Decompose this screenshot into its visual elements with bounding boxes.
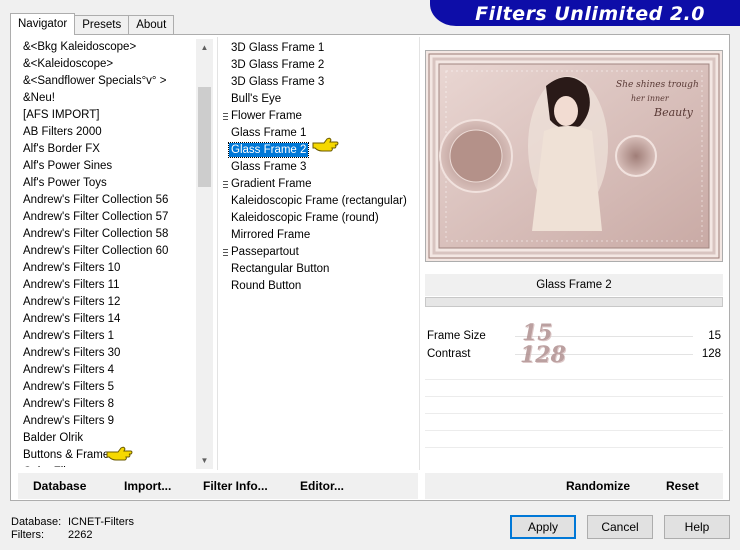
category-item[interactable]: Andrew's Filters 30 (18, 345, 196, 362)
param-value: 15 (708, 330, 721, 342)
pointer-hand-icon (106, 446, 133, 461)
filter-item-label: Glass Frame 1 (231, 127, 307, 139)
param-label: Frame Size (427, 330, 486, 342)
status-filters: Filters: 2262 (11, 529, 92, 541)
empty-param-rows (425, 363, 723, 463)
cancel-button[interactable]: Cancel (587, 515, 653, 539)
category-item[interactable]: Alf's Power Sines (18, 158, 196, 175)
filter-item[interactable]: Glass Frame 3 (222, 159, 412, 176)
category-item[interactable]: Andrew's Filter Collection 60 (18, 243, 196, 260)
filter-item[interactable]: Mirrored Frame (222, 227, 412, 244)
category-item[interactable]: AB Filters 2000 (18, 124, 196, 141)
category-item[interactable]: [AFS IMPORT] (18, 107, 196, 124)
filter-item-label: Kaleidoscopic Frame (round) (231, 212, 379, 224)
filter-item[interactable]: Bull's Eye (222, 91, 412, 108)
category-item[interactable]: &<Kaleidoscope> (18, 56, 196, 73)
filter-item-label: 3D Glass Frame 2 (231, 59, 325, 71)
category-item[interactable]: Andrew's Filters 5 (18, 379, 196, 396)
param-contrast[interactable]: Contrast 128 (425, 346, 723, 363)
filter-item-label: Mirrored Frame (231, 229, 311, 241)
filter-item[interactable]: Gradient Frame (222, 176, 412, 193)
category-item[interactable]: Andrew's Filter Collection 56 (18, 192, 196, 209)
status-database-value: ICNET-Filters (68, 516, 134, 528)
tab-bar: Navigator Presets About (10, 13, 175, 35)
selected-filter-name: Glass Frame 2 (425, 274, 723, 296)
category-item[interactable]: Andrew's Filters 1 (18, 328, 196, 345)
pointer-hand-icon (312, 137, 339, 152)
filter-item-label: 3D Glass Frame 1 (231, 42, 325, 54)
left-toolbar: Database Import... Filter Info... Editor… (18, 473, 418, 499)
preview-script-line-1: She shines trough (616, 80, 699, 90)
category-item[interactable]: Andrew's Filters 14 (18, 311, 196, 328)
category-item[interactable]: Andrew's Filters 8 (18, 396, 196, 413)
category-item[interactable]: &Neu! (18, 90, 196, 107)
preview-script-line-3: Beauty (653, 106, 694, 119)
filter-item[interactable]: 3D Glass Frame 2 (222, 57, 412, 74)
tab-about[interactable]: About (128, 15, 175, 35)
param-label: Contrast (427, 348, 471, 360)
preview-script-line-2: her inner (631, 94, 670, 103)
filter-progress-bar (425, 297, 723, 307)
filter-item[interactable]: Round Button (222, 278, 412, 295)
filter-item-label: Rectangular Button (231, 263, 330, 275)
param-frame-size[interactable]: Frame Size 15 (425, 328, 723, 345)
divider (217, 37, 218, 470)
category-item[interactable]: Andrew's Filters 10 (18, 260, 196, 277)
category-item[interactable]: Andrew's Filters 11 (18, 277, 196, 294)
category-scrollbar[interactable]: ▲ ▼ (196, 39, 213, 469)
filter-item[interactable]: 3D Glass Frame 3 (222, 74, 412, 91)
right-toolbar: Randomize Reset (425, 473, 723, 499)
filter-info-button[interactable]: Filter Info... (203, 473, 268, 499)
app-title: Filters Unlimited 2.0 (475, 3, 705, 25)
filter-item-label: Glass Frame 3 (231, 161, 307, 173)
tab-presets[interactable]: Presets (74, 15, 130, 35)
filter-item-label: Flower Frame (231, 110, 302, 122)
database-button[interactable]: Database (33, 473, 86, 499)
help-button[interactable]: Help (664, 515, 730, 539)
reset-button[interactable]: Reset (666, 473, 699, 499)
filter-list[interactable]: 3D Glass Frame 1 3D Glass Frame 2 3D Glass… (222, 40, 412, 295)
category-item[interactable]: &<Bkg Kaleidoscope> (18, 39, 196, 56)
category-item[interactable]: Andrew's Filters 9 (18, 413, 196, 430)
filter-item-label: Passepartout (231, 246, 299, 258)
scroll-thumb[interactable] (198, 87, 211, 187)
status-filters-label: Filters: (11, 529, 44, 541)
filter-item-label: Kaleidoscopic Frame (rectangular) (231, 195, 407, 207)
apply-button[interactable]: Apply (510, 515, 576, 539)
tab-navigator[interactable]: Navigator (10, 13, 76, 35)
preview-image: She shines trough her inner Beauty (425, 50, 723, 262)
filter-item[interactable]: 3D Glass Frame 1 (222, 40, 412, 57)
title-banner: Filters Unlimited 2.0 (430, 0, 740, 26)
divider (419, 37, 420, 470)
scroll-up-arrow-icon[interactable]: ▲ (196, 39, 213, 56)
category-item[interactable]: Andrew's Filter Collection 58 (18, 226, 196, 243)
randomize-button[interactable]: Randomize (566, 473, 630, 499)
filter-item-label: Round Button (231, 280, 302, 292)
import-button[interactable]: Import... (124, 473, 171, 499)
filter-item[interactable]: Kaleidoscopic Frame (rectangular) (222, 193, 412, 210)
category-item[interactable]: Andrew's Filters 12 (18, 294, 196, 311)
scroll-down-arrow-icon[interactable]: ▼ (196, 452, 213, 469)
category-item[interactable]: Color Filters (18, 464, 196, 467)
param-value: 128 (701, 348, 721, 360)
category-item[interactable]: Andrew's Filters 4 (18, 362, 196, 379)
filter-item[interactable]: Passepartout (222, 244, 412, 261)
filter-item[interactable]: Flower Frame (222, 108, 412, 125)
category-item[interactable]: &<Sandflower Specials°v° > (18, 73, 196, 90)
status-filters-value: 2262 (68, 529, 93, 541)
filter-item[interactable]: Rectangular Button (222, 261, 412, 278)
filter-item-label: Gradient Frame (231, 178, 312, 190)
category-item[interactable]: Andrew's Filter Collection 57 (18, 209, 196, 226)
watermark-value-contrast: 128 (520, 342, 566, 368)
filter-item[interactable]: Kaleidoscopic Frame (round) (222, 210, 412, 227)
status-database: Database: ICNET-Filters (11, 516, 134, 528)
editor-button[interactable]: Editor... (300, 473, 344, 499)
category-item[interactable]: Alf's Border FX (18, 141, 196, 158)
category-list[interactable]: &<Bkg Kaleidoscope> &<Kaleidoscope> &<Sand… (18, 39, 196, 467)
filter-item-label: Bull's Eye (231, 93, 282, 105)
filter-item-label: Glass Frame 2 (227, 142, 310, 158)
category-item[interactable]: Alf's Power Toys (18, 175, 196, 192)
status-database-label: Database: (11, 516, 62, 528)
filter-item-label: 3D Glass Frame 3 (231, 76, 325, 88)
